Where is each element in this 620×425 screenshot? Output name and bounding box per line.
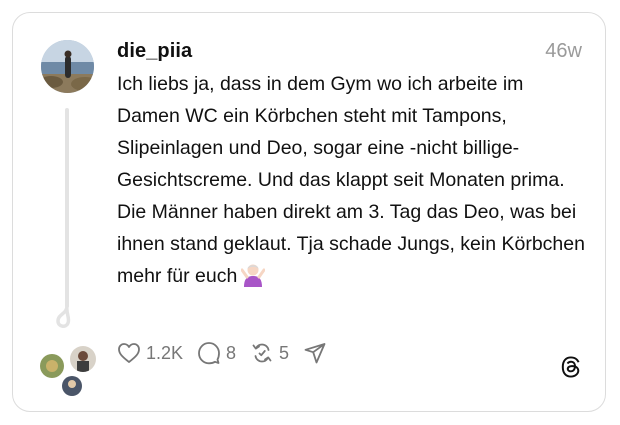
post-body: Ich liebs ja, dass in dem Gym wo ich arb…	[117, 68, 587, 292]
reply-avatar	[60, 374, 84, 398]
person-gesturing-no-icon	[241, 264, 266, 287]
comment-icon	[198, 342, 220, 365]
share-button[interactable]	[303, 341, 327, 365]
repost-icon	[252, 343, 272, 363]
thread-line	[65, 108, 69, 308]
action-bar: 1.2K 8 5	[117, 340, 341, 366]
post-text: Ich liebs ja, dass in dem Gym wo ich arb…	[117, 73, 585, 287]
reply-button[interactable]: 8	[197, 341, 236, 365]
repost-count: 5	[279, 342, 290, 363]
thread-loop	[56, 296, 71, 328]
like-count: 1.2K	[146, 342, 184, 363]
threads-logo-icon[interactable]	[558, 354, 584, 380]
timestamp: 46w	[545, 40, 582, 62]
repost-button[interactable]: 5	[250, 341, 289, 365]
reply-avatars[interactable]	[38, 340, 102, 398]
heart-icon	[118, 343, 140, 363]
reply-avatar	[68, 344, 98, 374]
reply-count: 8	[226, 342, 237, 363]
reply-avatar	[38, 352, 66, 380]
author-avatar[interactable]	[41, 40, 94, 93]
like-button[interactable]: 1.2K	[117, 342, 183, 364]
username[interactable]: die_piia	[117, 40, 192, 63]
send-icon	[304, 343, 326, 364]
